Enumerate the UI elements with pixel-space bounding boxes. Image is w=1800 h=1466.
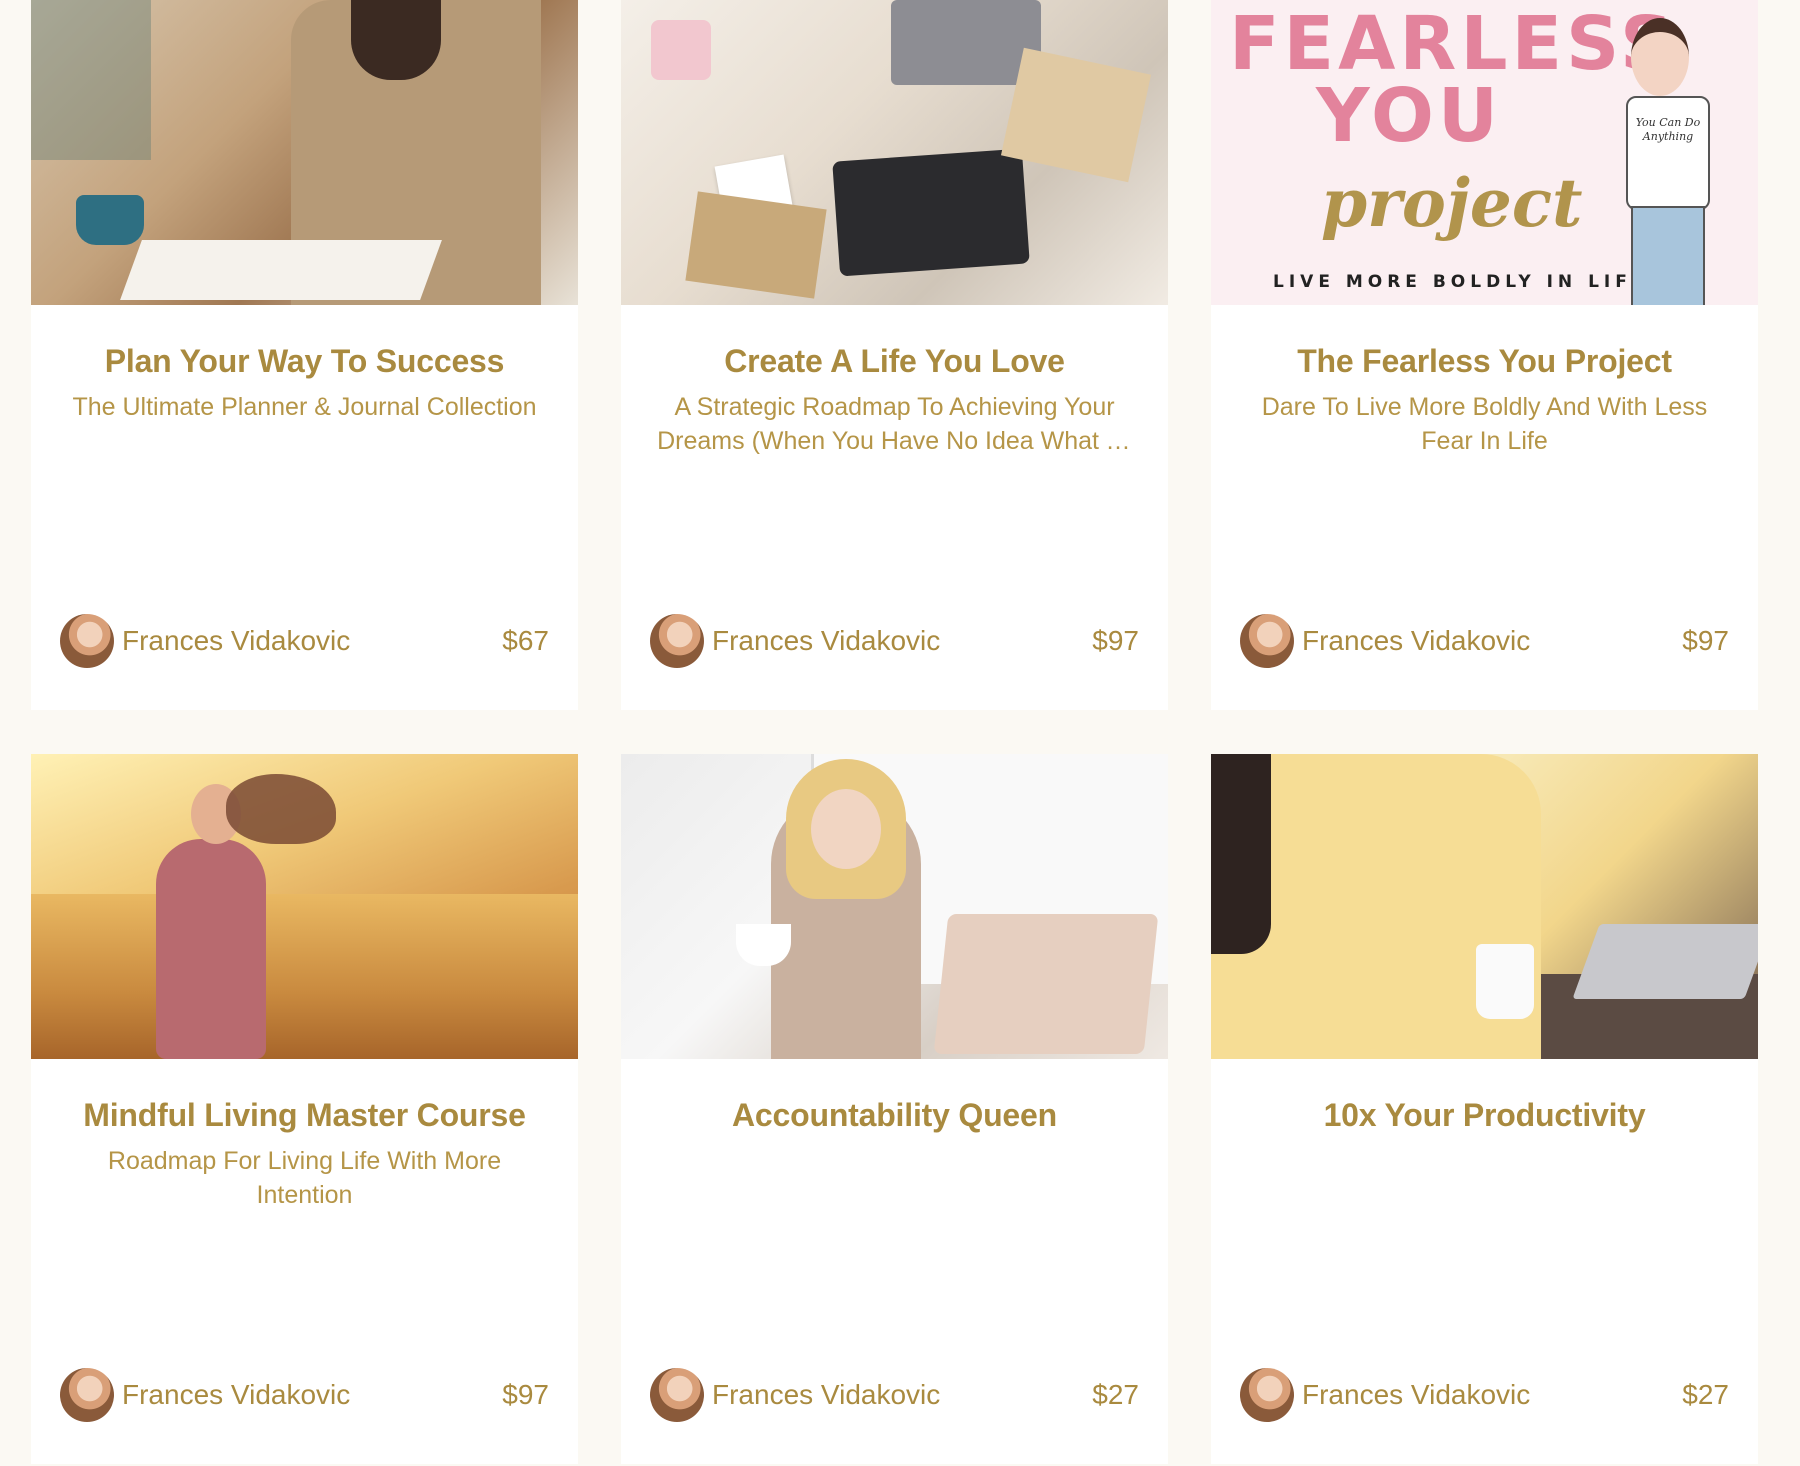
author-avatar	[1240, 1368, 1294, 1422]
card-body: The Fearless You Project Dare To Live Mo…	[1211, 341, 1758, 458]
course-subtitle: The Ultimate Planner & Journal Collectio…	[72, 393, 537, 421]
course-title[interactable]: Plan Your Way To Success	[65, 341, 544, 381]
course-title[interactable]: Accountability Queen	[655, 1095, 1134, 1135]
dark-hair-shape	[1211, 754, 1271, 954]
card-body: Plan Your Way To Success The Ultimate Pl…	[31, 341, 578, 424]
course-thumbnail[interactable]	[31, 754, 578, 1059]
mug-shape	[1476, 944, 1534, 1019]
card-body: Create A Life You Love A Strategic Roadm…	[621, 341, 1168, 458]
course-price: $67	[502, 625, 549, 656]
laptop-shape	[1572, 924, 1758, 999]
laptop-shape	[832, 148, 1030, 277]
course-title[interactable]: Create A Life You Love	[655, 341, 1134, 381]
card-footer: Frances Vidakovic $97	[650, 614, 1139, 668]
card-body: 10x Your Productivity	[1211, 1095, 1758, 1144]
card-footer: Frances Vidakovic $97	[1240, 614, 1729, 668]
author-name: Frances Vidakovic	[712, 625, 941, 656]
course-card[interactable]: Plan Your Way To Success The Ultimate Pl…	[31, 0, 578, 710]
window-shape	[31, 0, 151, 160]
course-thumbnail[interactable]	[621, 0, 1168, 305]
course-card[interactable]: Accountability Queen Frances Vidakovic $…	[621, 754, 1168, 1464]
course-price: $97	[1092, 625, 1139, 656]
cup-shape	[736, 924, 791, 966]
author-name: Frances Vidakovic	[1302, 1379, 1531, 1410]
card-footer: Frances Vidakovic $67	[60, 614, 549, 668]
author-avatar	[60, 1368, 114, 1422]
thumbnail-script-text: project	[1321, 164, 1583, 242]
course-subtitle: Dare To Live More Boldly And With Less F…	[1261, 393, 1708, 455]
parcel-shape	[1000, 47, 1152, 183]
course-subtitle: A Strategic Roadmap To Achieving Your Dr…	[657, 393, 1132, 455]
course-card[interactable]: Create A Life You Love A Strategic Roadm…	[621, 0, 1168, 710]
card-footer: Frances Vidakovic $27	[1240, 1368, 1729, 1422]
course-price: $97	[1682, 625, 1729, 656]
course-card[interactable]: FEARLESS YOU project LIVE MORE BOLDLY IN…	[1211, 0, 1758, 710]
author-name: Frances Vidakovic	[122, 625, 351, 656]
illustration-head	[1631, 18, 1689, 96]
author-name: Frances Vidakovic	[712, 1379, 941, 1410]
illustration-shirt: You Can Do Anything	[1626, 96, 1710, 210]
course-title[interactable]: Mindful Living Master Course	[65, 1095, 544, 1135]
author-name: Frances Vidakovic	[122, 1379, 351, 1410]
illustration-jeans	[1631, 206, 1705, 305]
laptop-shape	[933, 914, 1159, 1054]
course-card[interactable]: Mindful Living Master Course Roadmap For…	[31, 754, 578, 1464]
course-grid: Plan Your Way To Success The Ultimate Pl…	[31, 0, 1759, 1464]
course-thumbnail[interactable]	[31, 0, 578, 305]
author-avatar	[60, 614, 114, 668]
author-avatar	[650, 1368, 704, 1422]
course-title[interactable]: 10x Your Productivity	[1245, 1095, 1724, 1135]
windblown-hair-shape	[226, 774, 336, 844]
course-price: $27	[1682, 1379, 1729, 1410]
card-body: Mindful Living Master Course Roadmap For…	[31, 1095, 578, 1212]
thumbnail-headline: FEARLESS YOU	[1229, 1, 1678, 159]
card-footer: Frances Vidakovic $97	[60, 1368, 549, 1422]
box-shape	[651, 20, 711, 80]
card-footer: Frances Vidakovic $27	[650, 1368, 1139, 1422]
hair-shape	[351, 0, 441, 80]
author-avatar	[1240, 614, 1294, 668]
course-thumbnail[interactable]: FEARLESS YOU project LIVE MORE BOLDLY IN…	[1211, 0, 1758, 305]
author-avatar	[650, 614, 704, 668]
course-title[interactable]: The Fearless You Project	[1245, 341, 1724, 381]
course-price: $97	[502, 1379, 549, 1410]
notebook-shape	[120, 240, 442, 300]
wheat-field-shape	[31, 894, 578, 1059]
mug-shape	[76, 195, 144, 245]
card-body: Accountability Queen	[621, 1095, 1168, 1144]
course-thumbnail[interactable]	[1211, 754, 1758, 1059]
envelope-shape	[685, 191, 827, 299]
dress-shape	[156, 839, 266, 1059]
course-thumbnail[interactable]	[621, 754, 1168, 1059]
course-subtitle: Roadmap For Living Life With More Intent…	[107, 1147, 502, 1209]
course-card[interactable]: 10x Your Productivity Frances Vidakovic …	[1211, 754, 1758, 1464]
face-shape	[811, 789, 881, 869]
author-name: Frances Vidakovic	[1302, 625, 1531, 656]
thumbnail-tagline: LIVE MORE BOLDLY IN LIFE	[1273, 272, 1649, 292]
course-price: $27	[1092, 1379, 1139, 1410]
